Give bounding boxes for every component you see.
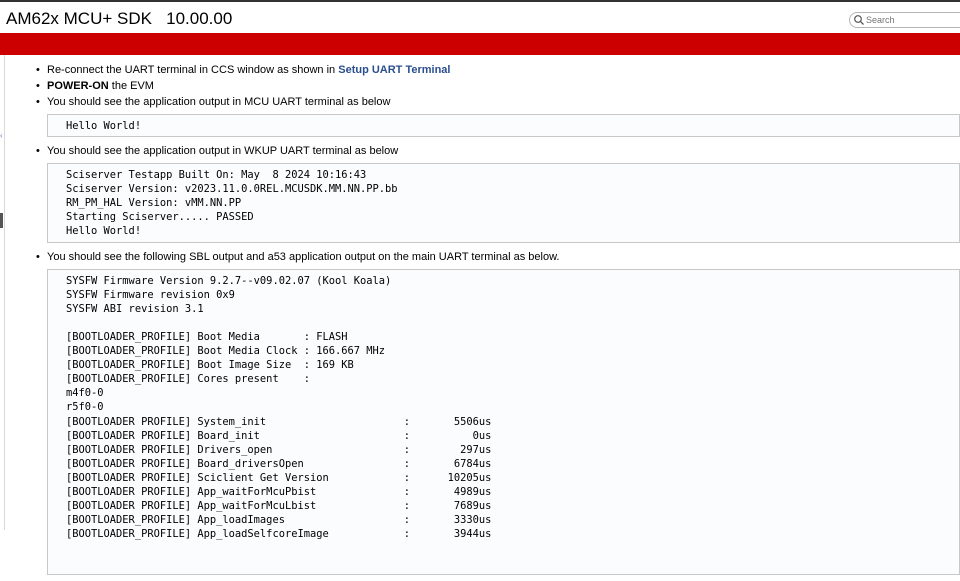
brand-bar — [0, 33, 960, 55]
sidebar-resize-handle[interactable] — [0, 213, 3, 228]
sidebar-divider — [4, 55, 5, 530]
main-uart-output-code-block: SYSFW Firmware Version 9.2.7--v09.02.07 … — [47, 268, 960, 575]
setup-uart-terminal-link[interactable]: Setup UART Terminal — [338, 64, 450, 76]
list-item: You should see the following SBL output … — [30, 249, 960, 265]
search-input[interactable] — [866, 13, 956, 27]
wkup-output-code-block: Sciserver Testapp Built On: May 8 2024 1… — [47, 163, 960, 243]
list-item: You should see the application output in… — [30, 94, 960, 110]
doc-content: Re-connect the UART terminal in CCS wind… — [30, 62, 960, 581]
search-box[interactable] — [849, 12, 960, 28]
page-header: AM62x MCU+ SDK 10.00.00 — [0, 2, 960, 33]
steps-list-2: You should see the application output in… — [30, 143, 960, 159]
sidebar-collapse-icon[interactable]: ‹ — [0, 131, 3, 140]
steps-list-3: You should see the following SBL output … — [30, 249, 960, 265]
page-title: AM62x MCU+ SDK 10.00.00 — [6, 9, 233, 28]
list-item: POWER-ON the EVM — [30, 78, 960, 94]
list-item: You should see the application output in… — [30, 143, 960, 159]
power-on-label: POWER-ON — [47, 80, 109, 92]
search-icon — [854, 15, 864, 25]
mcu-output-code-block: Hello World! — [47, 114, 960, 138]
steps-list: Re-connect the UART terminal in CCS wind… — [30, 62, 960, 110]
list-item: Re-connect the UART terminal in CCS wind… — [30, 62, 960, 78]
